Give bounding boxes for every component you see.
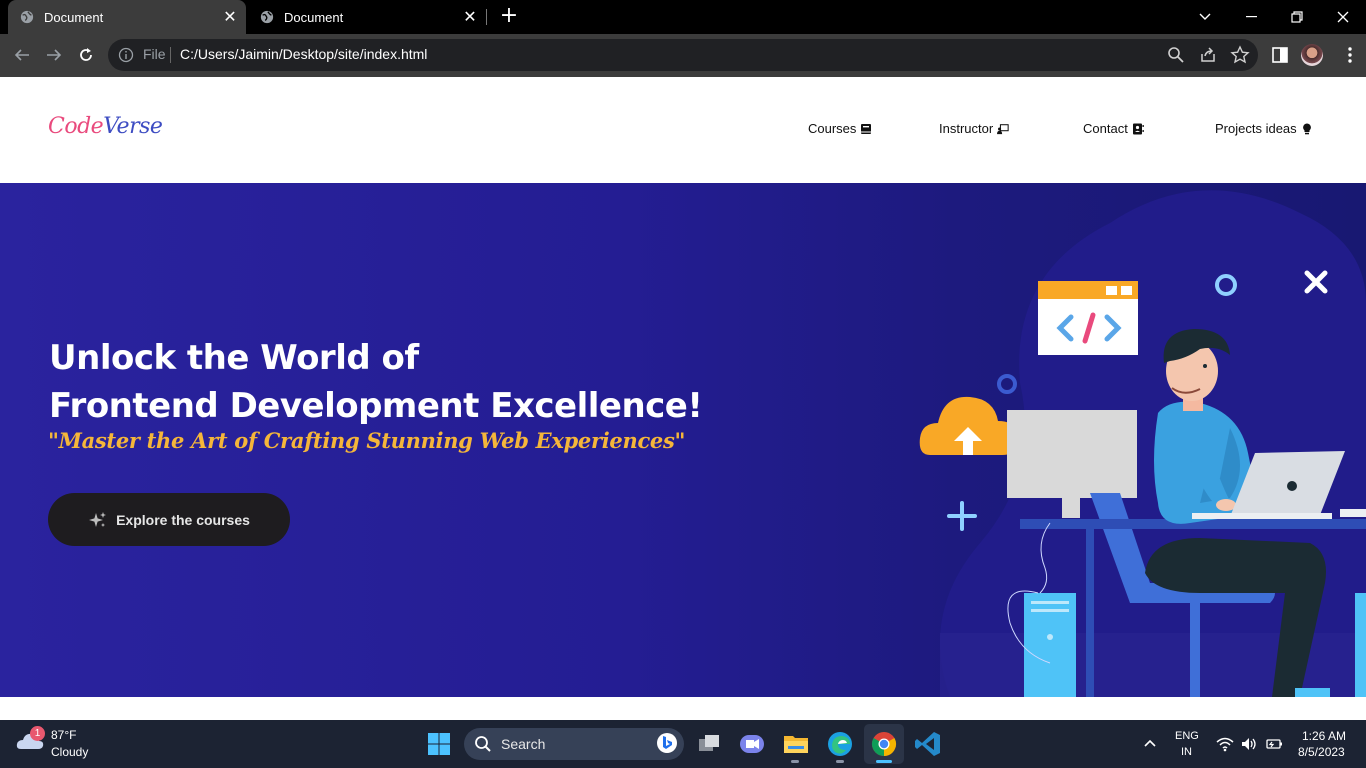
restore-button[interactable] [1274,0,1320,34]
chalkboard-teacher-icon [997,123,1009,134]
bing-icon[interactable] [656,732,678,754]
windows-start-icon[interactable] [427,732,451,756]
chevron-up-icon[interactable] [1142,736,1158,752]
back-arrow-icon[interactable] [8,41,36,69]
info-icon[interactable] [118,47,134,63]
plus-mark [947,501,977,531]
monitor [1007,410,1137,498]
edge-icon[interactable] [826,730,854,758]
search-label: Search [501,736,546,752]
weather-condition[interactable]: Cloudy [51,745,88,759]
bookmark-star-icon[interactable] [1230,45,1250,65]
battery-icon[interactable] [1265,736,1283,752]
language-indicator[interactable]: ENG [1175,730,1199,742]
taskbar-search[interactable] [464,728,684,760]
page-below-hero [0,697,1366,720]
nav-label: Projects ideas [1215,121,1297,136]
hero-title: Unlock the World of Frontend Development… [49,334,703,430]
language-region[interactable]: IN [1181,746,1192,758]
logo-part-verse: Verse [103,114,163,139]
clock-time[interactable]: 1:26 AM [1302,729,1346,743]
running-indicator [791,760,799,763]
search-icon [475,736,491,752]
more-menu-icon[interactable] [1340,45,1360,65]
file-explorer-icon[interactable] [782,730,810,758]
weather-badge: 1 [30,726,45,741]
hero-title-line1: Unlock the World of [49,338,419,378]
nav-label: Contact [1083,121,1128,136]
hero-title-line2: Frontend Development Excellence! [49,386,703,426]
site-header [0,77,1366,183]
forward-arrow-icon[interactable] [40,41,68,69]
nav-link-courses[interactable]: Courses [808,121,872,136]
zoom-icon[interactable] [1166,45,1186,65]
close-window-button[interactable] [1320,0,1366,34]
reload-icon[interactable] [72,41,100,69]
lightbulb-icon [1302,123,1311,134]
task-view-icon[interactable] [695,730,723,758]
active-indicator [876,760,892,763]
nav-label: Courses [808,121,857,136]
minimize-button[interactable] [1228,0,1274,34]
side-panel-icon[interactable] [1270,45,1290,65]
ring-small [997,374,1017,394]
new-tab-button[interactable]: + [498,5,520,27]
globe-icon [20,10,34,24]
contact-book-icon [1132,123,1144,134]
browser-tab-active[interactable]: Document ✕ [8,0,246,34]
tab-title: Document [44,9,104,25]
browser-tab-inactive[interactable]: Document ✕ [248,0,486,34]
volume-icon[interactable] [1240,736,1258,752]
tab-search-chevron-icon[interactable] [1182,0,1228,34]
close-tab-icon[interactable]: ✕ [218,7,242,27]
teams-chat-icon[interactable] [738,730,766,758]
running-indicator [836,760,844,763]
site-logo[interactable]: CodeVerse [48,114,163,139]
logo-part-code: Code [48,114,104,139]
clock-date[interactable]: 8/5/2023 [1298,745,1345,759]
tab-divider [486,9,487,25]
close-tab-icon[interactable]: ✕ [458,7,482,27]
nav-link-instructor[interactable]: Instructor [939,121,1009,136]
weather-temperature[interactable]: 87°F [51,728,76,742]
globe-icon [260,10,274,24]
explore-courses-button[interactable]: Explore the courses [48,493,290,546]
url-divider [170,47,171,63]
computer-tower [1024,593,1076,697]
nav-link-projects-ideas[interactable]: Projects ideas [1215,121,1313,136]
nav-label: Instructor [939,121,994,136]
profile-avatar[interactable] [1301,44,1323,66]
url-text[interactable]: C:/Users/Jaimin/Desktop/site/index.html [180,46,427,62]
vscode-icon[interactable] [914,730,942,758]
tab-title: Document [284,9,344,25]
developer-illustration [919,190,1366,697]
cta-label: Explore the courses [116,511,250,528]
sparkles-icon [89,511,107,527]
hero-subtitle: "Master the Art of Crafting Stunning Web… [48,428,686,453]
wifi-icon[interactable] [1216,736,1234,752]
chrome-icon[interactable] [870,730,898,758]
nav-link-contact[interactable]: Contact [1083,121,1144,136]
book-icon [861,123,872,134]
url-scheme-label: File [143,46,166,62]
share-icon[interactable] [1198,45,1218,65]
